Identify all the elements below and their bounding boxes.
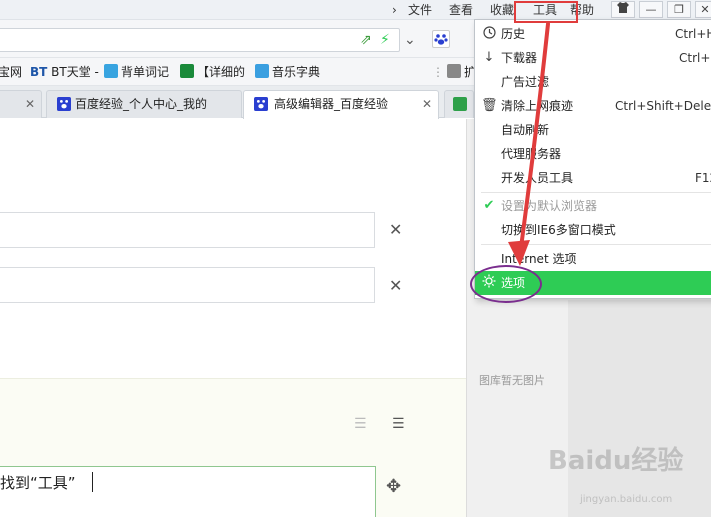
lightning-icon[interactable]: ⚡ — [380, 32, 390, 48]
ordered-list-icon[interactable]: ☰ — [354, 416, 367, 432]
menu-arrow-icon[interactable]: › — [392, 2, 397, 18]
title-input[interactable] — [0, 212, 375, 248]
tab-title: 高级编辑器_百度经验 — [274, 97, 389, 111]
tab-next[interactable] — [444, 90, 474, 118]
check-icon: ✔ — [483, 198, 495, 213]
restore-button[interactable]: ❐ — [667, 1, 691, 18]
text-cursor — [92, 472, 93, 492]
menu-item-shortcut: Ctrl+H — [675, 27, 711, 41]
menu-item-shortcut: Ctrl+Shift+Delete — [615, 99, 711, 113]
subtitle-input[interactable] — [0, 267, 375, 303]
bookmark-item[interactable]: 宝网 — [0, 64, 22, 80]
paw-icon — [57, 97, 71, 111]
menu-item-shortcut: Ctrl+ — [679, 51, 711, 65]
chevron-down-icon[interactable]: ⌄ — [404, 32, 416, 48]
trash-icon: 🗑 — [481, 98, 498, 113]
bookmark-item[interactable]: BT BT天堂 - — [30, 64, 99, 80]
music-icon — [255, 64, 269, 78]
annotation-highlight-ellipse — [470, 265, 542, 303]
editor-text: 找到“工具” — [0, 474, 76, 492]
bookmark-item[interactable]: 扩 — [447, 64, 476, 80]
bookmark-label: 背单词记 — [121, 65, 170, 79]
bookmark-item[interactable]: 音乐字典 — [255, 64, 320, 80]
skin-button[interactable] — [611, 1, 635, 18]
wrench-icon — [453, 97, 467, 111]
tab-advanced-editor[interactable]: 高级编辑器_百度经验 ✕ — [243, 90, 439, 119]
close-icon[interactable]: ✕ — [25, 91, 35, 117]
watermark-logo: Baidu经验 — [548, 446, 684, 476]
tab-personal-center[interactable]: 百度经验_个人中心_我的 — [46, 90, 242, 118]
bookmark-label: 音乐字典 — [272, 65, 321, 79]
clear-icon[interactable]: ✕ — [389, 276, 402, 295]
menu-view[interactable]: 查看 — [449, 2, 473, 18]
download-icon: ↓ — [483, 50, 495, 65]
menu-item-shortcut: F12 — [695, 171, 711, 185]
search-engine-icon[interactable] — [432, 30, 450, 48]
bookmark-label: 【详细的 — [197, 65, 246, 79]
annotation-arrow — [508, 22, 550, 266]
clear-icon[interactable]: ✕ — [389, 220, 402, 239]
shirt-icon — [617, 2, 629, 13]
book-icon — [104, 64, 118, 78]
extension-icon — [447, 64, 461, 78]
unordered-list-icon[interactable]: ☰ — [392, 416, 405, 432]
tab-previous[interactable]: ✕ — [0, 90, 42, 118]
menu-bar: › 文件 查看 收藏 工具 帮助 — ❐ ✕ — [0, 0, 711, 20]
paw-icon — [254, 97, 268, 111]
share-icon[interactable]: ⇗ — [360, 32, 372, 48]
menu-favorites[interactable]: 收藏 — [490, 2, 514, 18]
minimize-button[interactable]: — — [639, 1, 663, 18]
menu-file[interactable]: 文件 — [408, 2, 432, 18]
bookmark-more-icon[interactable]: ⋮ — [432, 64, 444, 80]
watermark-url: jingyan.baidu.com — [580, 494, 673, 505]
gallery-empty-text: 图库暂无图片 — [479, 374, 545, 387]
close-icon[interactable]: ✕ — [422, 91, 432, 117]
bookmark-item[interactable]: 背单词记 — [104, 64, 169, 80]
bookmark-label: BT天堂 - — [51, 65, 99, 79]
z-icon — [180, 64, 194, 78]
clock-icon — [481, 22, 497, 46]
bookmark-label: 宝网 — [0, 65, 23, 79]
bt-icon: BT — [30, 65, 48, 79]
gallery-area — [568, 300, 711, 517]
move-icon[interactable]: ✥ — [386, 476, 401, 497]
tab-title: 百度经验_个人中心_我的 — [75, 97, 208, 111]
close-button[interactable]: ✕ — [695, 1, 711, 18]
paw-icon — [434, 34, 448, 45]
url-input[interactable] — [0, 28, 400, 52]
bookmark-item[interactable]: 【详细的 — [180, 64, 245, 80]
